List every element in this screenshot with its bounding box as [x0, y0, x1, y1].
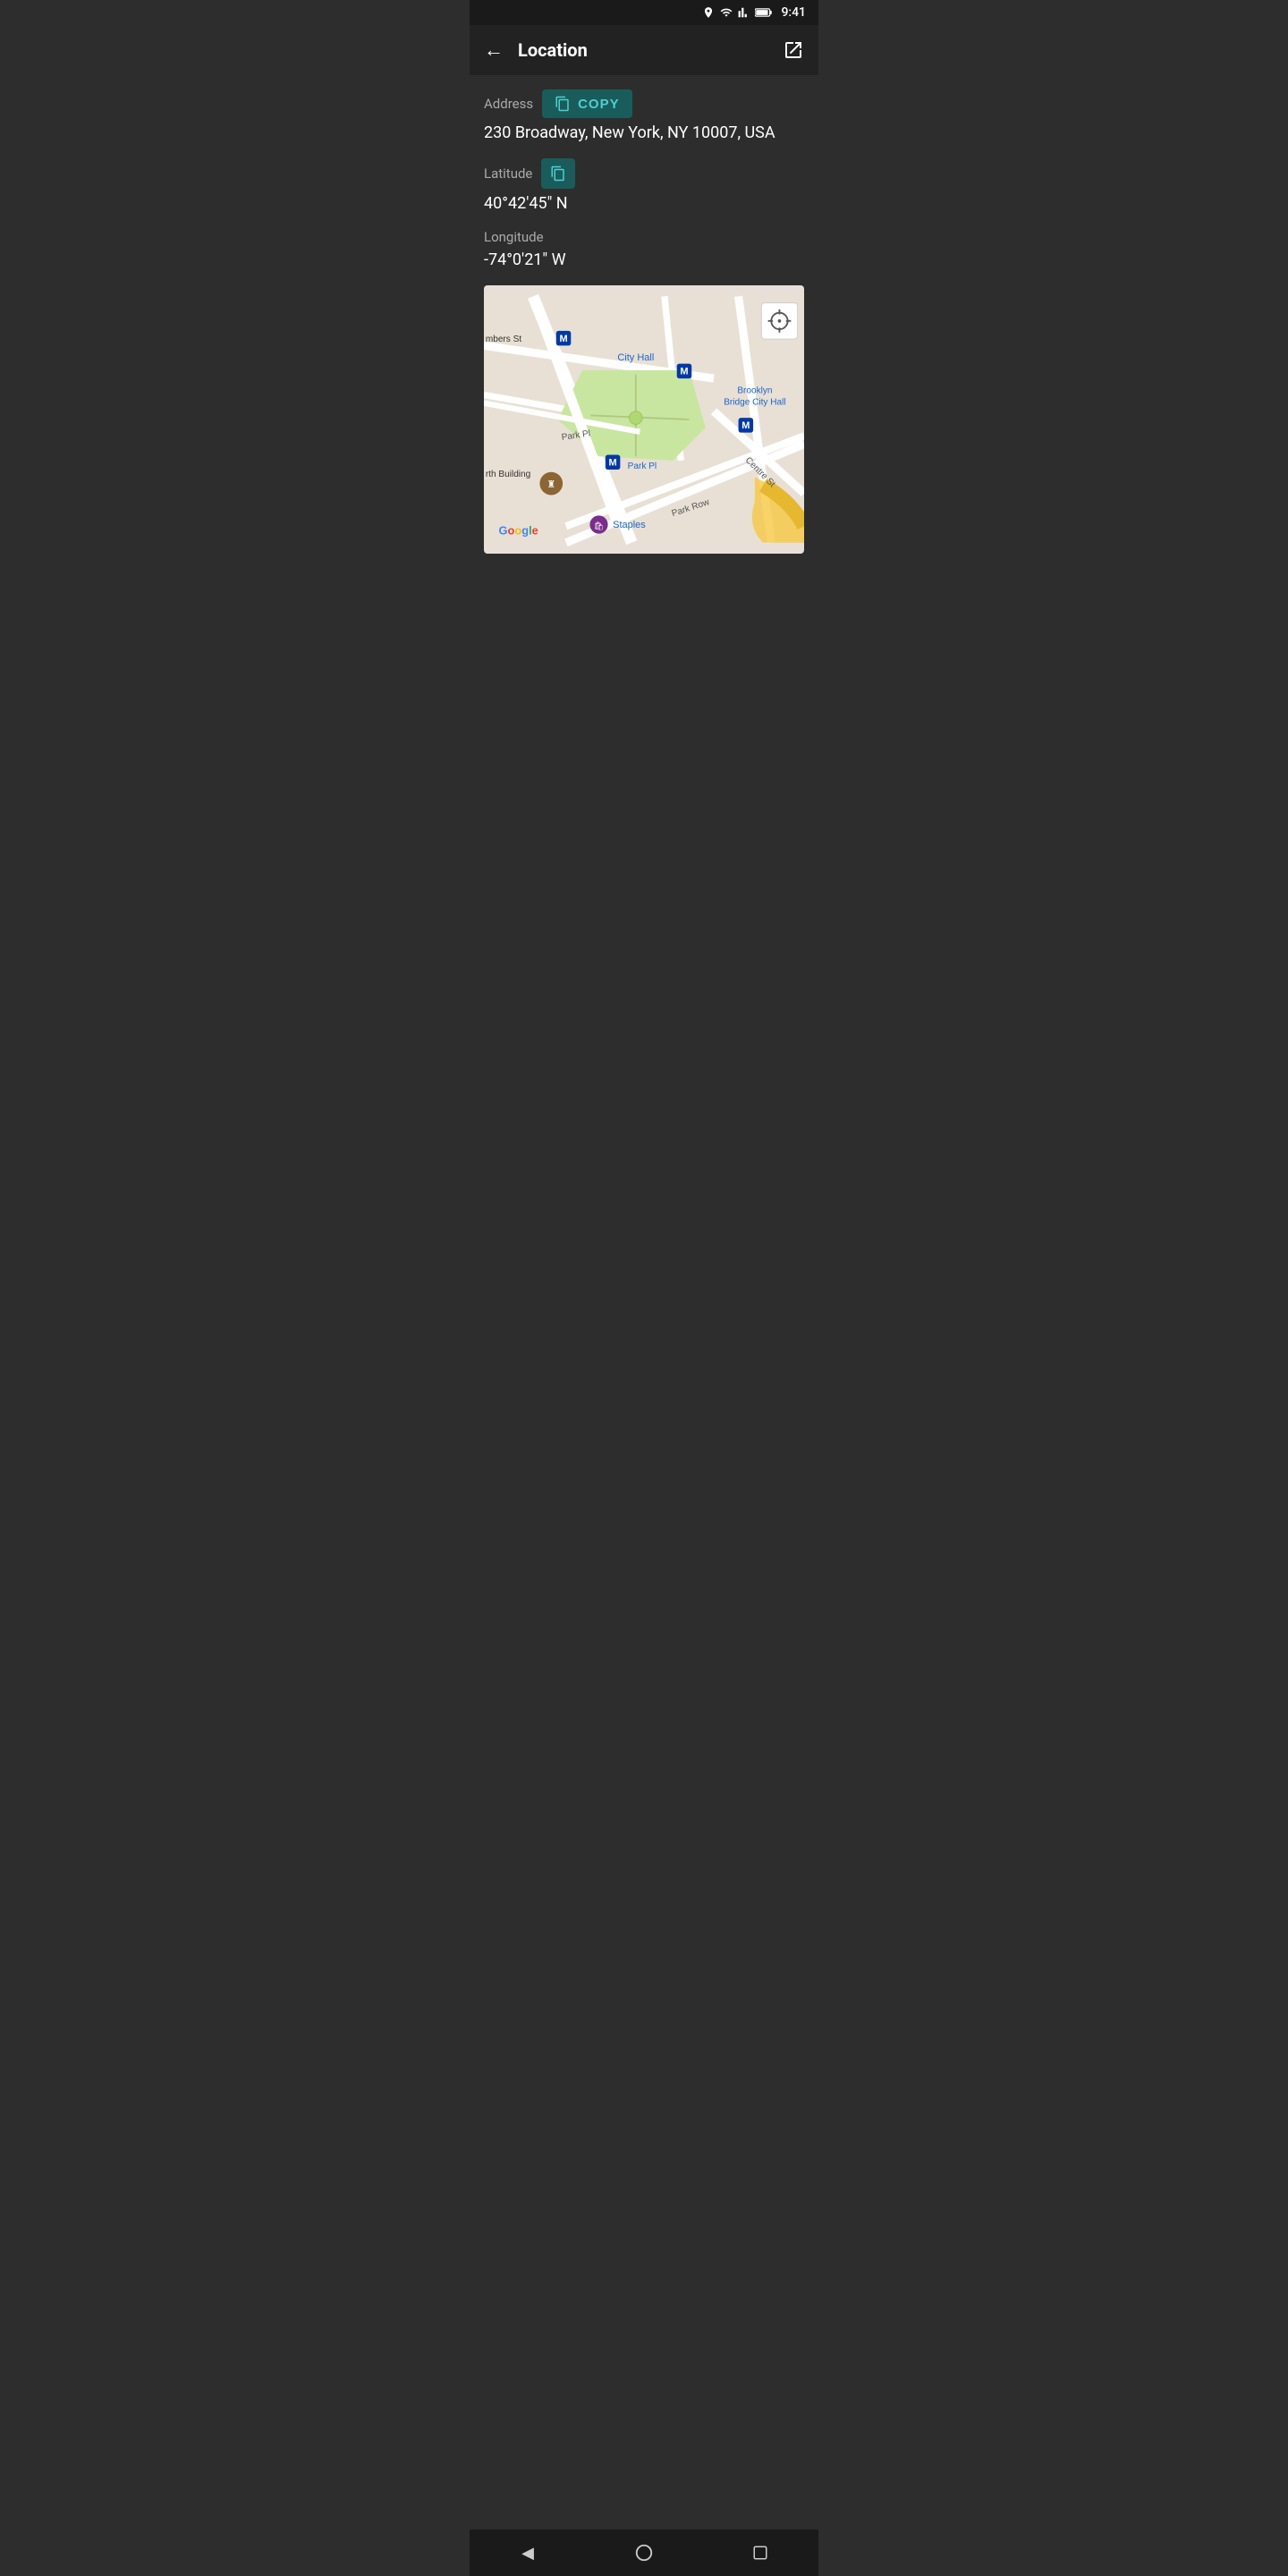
back-nav-button[interactable]: ◀ [508, 2533, 547, 2572]
copy-small-icon [550, 165, 566, 182]
map-view[interactable]: Park Row Centre St Park Pl mbers St rth … [484, 285, 804, 554]
home-nav-button[interactable] [624, 2533, 664, 2572]
address-copy-button[interactable]: COPY [542, 89, 632, 118]
address-value: 230 Broadway, New York, NY 10007, USA [484, 123, 804, 142]
app-bar: ← Location [470, 25, 818, 75]
longitude-label: Longitude [484, 229, 544, 245]
recent-square-icon [752, 2545, 768, 2561]
address-label-row: Address COPY [484, 89, 804, 118]
nav-bar: ◀ [470, 2529, 818, 2576]
address-copy-label: COPY [578, 97, 620, 112]
status-bar: 9:41 [470, 0, 818, 25]
longitude-label-row: Longitude [484, 229, 804, 245]
svg-text:Google: Google [499, 524, 538, 538]
battery-icon [755, 6, 773, 19]
latitude-label: Latitude [484, 165, 532, 182]
svg-text:M: M [680, 367, 688, 377]
content-area: Address COPY 230 Broadway, New York, NY … [470, 75, 818, 554]
recent-nav-button[interactable] [741, 2533, 780, 2572]
status-icons: 9:41 [702, 5, 806, 20]
page-title: Location [518, 39, 768, 61]
back-button[interactable]: ← [484, 38, 504, 62]
longitude-value: -74°0'21" W [484, 250, 804, 269]
latitude-copy-button[interactable] [541, 158, 575, 189]
svg-text:Park Pl: Park Pl [628, 462, 657, 471]
svg-text:Staples: Staples [613, 520, 646, 530]
svg-text:Brooklyn: Brooklyn [737, 386, 772, 396]
svg-text:M: M [559, 334, 567, 344]
svg-text:M: M [609, 457, 617, 468]
svg-text:rth Building: rth Building [486, 470, 530, 479]
svg-text:Bridge City Hall: Bridge City Hall [724, 397, 785, 407]
location-icon [702, 6, 715, 19]
home-circle-icon [634, 2543, 654, 2563]
latitude-value: 40°42'45" N [484, 194, 804, 213]
svg-text:mbers St: mbers St [486, 335, 522, 344]
svg-text:♜: ♜ [547, 479, 555, 490]
svg-text:M: M [741, 420, 750, 431]
svg-text:City Hall: City Hall [617, 352, 654, 363]
address-label: Address [484, 96, 533, 112]
status-time: 9:41 [781, 5, 806, 20]
svg-text:🛍: 🛍 [594, 521, 605, 530]
latitude-label-row: Latitude [484, 158, 804, 189]
wifi-icon [719, 6, 733, 19]
signal-icon [738, 6, 750, 19]
external-link-icon[interactable] [783, 39, 804, 61]
copy-icon [555, 96, 571, 112]
